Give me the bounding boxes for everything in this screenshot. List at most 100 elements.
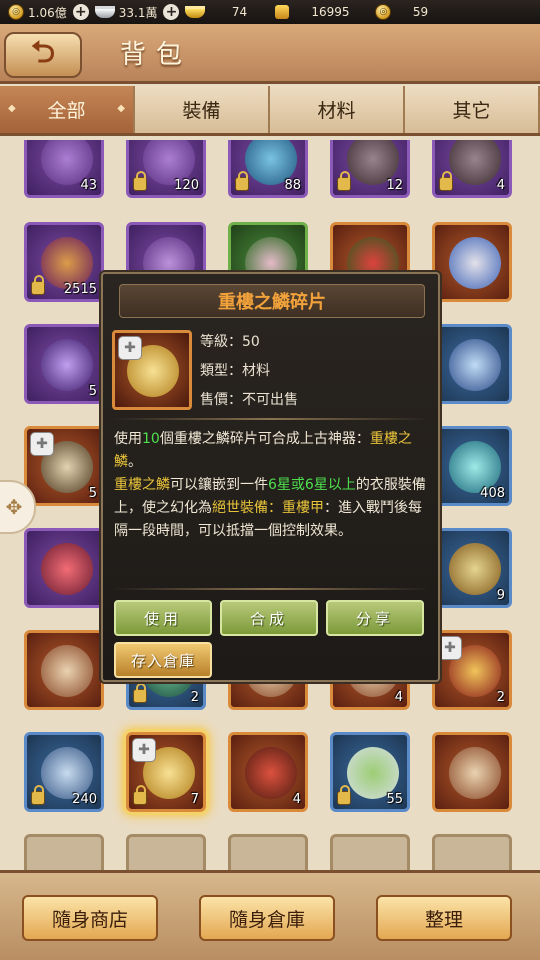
silver-ingot-icon	[94, 6, 115, 18]
inventory-slot[interactable]: 4	[432, 140, 512, 198]
add-silver-button[interactable]: +	[163, 4, 180, 20]
level-label: 等級：	[200, 334, 242, 350]
item-icon	[245, 747, 297, 799]
coins-value: 1.06億	[28, 5, 67, 20]
inventory-slot[interactable]: 4	[228, 732, 308, 812]
item-type: 類型：材料	[200, 360, 270, 380]
inventory-slot[interactable]: ✚ 5	[24, 426, 104, 506]
item-count: 240	[72, 792, 97, 807]
type-label: 類型：	[200, 363, 242, 379]
item-count: 4	[394, 690, 403, 705]
item-name: 重樓之鱗碎片	[119, 284, 425, 318]
inventory-slot[interactable]	[24, 528, 104, 608]
price-value: 不可出售	[242, 392, 298, 408]
item-count: 5	[88, 384, 97, 399]
inventory-slot[interactable]: 408	[432, 426, 512, 506]
inventory-slot[interactable]: 5	[24, 324, 104, 404]
lock-icon	[31, 785, 45, 805]
store-button[interactable]: 存入倉庫	[114, 642, 212, 678]
inventory-slot[interactable]	[432, 732, 512, 812]
medal-value: 59	[412, 5, 429, 19]
item-count: 2515	[63, 282, 97, 297]
item-count: 408	[480, 486, 505, 501]
inventory-slot[interactable]	[126, 834, 206, 870]
puzzle-icon: ✚	[133, 739, 155, 761]
tab-other[interactable]: 其它	[405, 86, 540, 133]
lock-icon	[133, 171, 147, 191]
inventory-slot[interactable]	[432, 324, 512, 404]
puzzle-icon: ✚	[31, 433, 53, 455]
inventory-slot[interactable]: 2515	[24, 222, 104, 302]
inventory-slot[interactable]	[24, 834, 104, 870]
divider	[113, 588, 429, 590]
gold-ingot-icon	[185, 6, 206, 18]
resource-coins: ◎ 1.06億 +	[0, 0, 89, 24]
item-icon	[449, 237, 501, 289]
share-button[interactable]: 分享	[326, 600, 424, 636]
desc-text: 使用	[114, 431, 142, 447]
use-button[interactable]: 使用	[114, 600, 212, 636]
page-header: ⮌ 背包	[0, 24, 540, 84]
puzzle-icon: ✚	[439, 637, 461, 659]
resource-gold-bag: 16995	[269, 0, 367, 24]
category-tabs: 全部 裝備 材料 其它	[0, 86, 540, 136]
inventory-slot[interactable]	[24, 630, 104, 710]
item-icon	[41, 339, 93, 391]
portable-shop-button[interactable]: 隨身商店	[22, 895, 158, 941]
item-count: 12	[386, 178, 403, 193]
back-button[interactable]: ⮌	[4, 32, 82, 78]
sort-button[interactable]: 整理	[376, 895, 512, 941]
resource-gold: 74	[179, 0, 269, 24]
item-detail-popup: 重樓之鱗碎片 ✚ 等級：50 類型：材料 售價：不可出售 使用10個重樓之鱗碎片…	[101, 272, 440, 682]
desc-count: 10	[142, 431, 160, 447]
resource-bar: ◎ 1.06億 + 33.1萬 + 74 16995 ◎ 59	[0, 0, 540, 24]
inventory-slot[interactable]	[432, 834, 512, 870]
inventory-slot[interactable]: 240	[24, 732, 104, 812]
tab-all[interactable]: 全部	[0, 86, 135, 133]
item-level: 等級：50	[200, 331, 260, 351]
lock-icon	[235, 171, 249, 191]
inventory-slot[interactable]: 55	[330, 732, 410, 812]
inventory-slot[interactable]: ✚ 2	[432, 630, 512, 710]
silver-value: 33.1萬	[118, 5, 158, 20]
item-count: 55	[386, 792, 403, 807]
tab-materials[interactable]: 材料	[270, 86, 405, 133]
item-icon	[449, 339, 501, 391]
desc-requirement: 6星或6星以上	[268, 477, 356, 493]
desc-item: 重樓之鱗	[114, 477, 170, 493]
tab-equipment[interactable]: 裝備	[135, 86, 270, 133]
inventory-slot[interactable]	[330, 834, 410, 870]
back-arrow-icon: ⮌	[30, 34, 56, 70]
lock-icon	[337, 785, 351, 805]
inventory-slot[interactable]: 43	[24, 140, 104, 198]
add-coins-button[interactable]: +	[72, 4, 89, 20]
item-detail-icon: ✚	[112, 330, 192, 410]
item-icon	[41, 645, 93, 697]
portable-warehouse-button[interactable]: 隨身倉庫	[199, 895, 335, 941]
desc-text: 個重樓之鱗碎片可合成上古神器：	[159, 431, 370, 447]
item-count: 4	[292, 792, 301, 807]
item-icon	[449, 747, 501, 799]
gold-value: 74	[231, 5, 248, 19]
puzzle-icon: ✚	[119, 337, 141, 359]
gold-bag-icon	[275, 5, 290, 19]
desc-text: 。	[128, 454, 142, 470]
inventory-slot[interactable]: 12	[330, 140, 410, 198]
item-count: 2	[190, 690, 199, 705]
inventory-slot[interactable]	[432, 222, 512, 302]
combine-button[interactable]: 合成	[220, 600, 318, 636]
lock-icon	[133, 683, 147, 703]
inventory-slot[interactable]: 9	[432, 528, 512, 608]
lock-icon	[31, 275, 45, 295]
type-value: 材料	[242, 363, 270, 379]
inventory-slot-selected[interactable]: ✚ 7	[126, 732, 206, 812]
price-label: 售價：	[200, 392, 242, 408]
inventory-slot[interactable]	[228, 834, 308, 870]
inventory-slot[interactable]: 88	[228, 140, 308, 198]
item-count: 9	[496, 588, 505, 603]
item-description: 使用10個重樓之鱗碎片可合成上古神器：重樓之鱗。 重樓之鱗可以鑲嵌到一件6星或6…	[114, 428, 432, 543]
item-count: 2	[496, 690, 505, 705]
coin-medal-icon: ◎	[375, 4, 392, 20]
inventory-slot[interactable]: 120	[126, 140, 206, 198]
lock-icon	[133, 785, 147, 805]
